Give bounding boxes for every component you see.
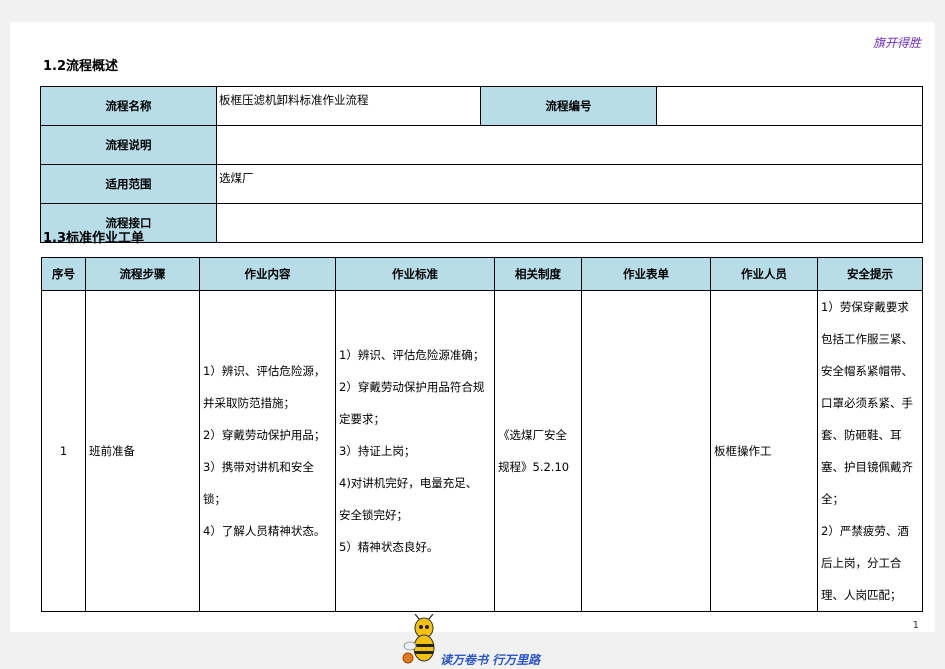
column-header: 作业人员 bbox=[710, 257, 818, 291]
policy-line: 《选煤厂安全 bbox=[498, 428, 567, 442]
value-cell: 板框压滤机卸料标准作业流程 bbox=[216, 86, 481, 126]
column-header: 作业内容 bbox=[199, 257, 336, 291]
table-row: 流程接口 bbox=[40, 203, 923, 243]
standard-line: 2）穿戴劳动保护用品符合规 bbox=[339, 380, 485, 394]
document-page: 旗开得胜 1.2流程概述 流程名称 板框压滤机卸料标准作业流程 流程编号 流程说… bbox=[10, 22, 935, 632]
safety-line: 理、人岗匹配； bbox=[821, 588, 902, 602]
value-cell bbox=[656, 86, 923, 126]
label-cell: 流程名称 bbox=[40, 86, 217, 126]
safety-line: 安全帽系紧帽带、 bbox=[821, 364, 913, 378]
standard-cell: 1）辨识、评估危险源准确； 2）穿戴劳动保护用品符合规 定要求； 3）持证上岗；… bbox=[335, 290, 495, 612]
column-header: 作业标准 bbox=[335, 257, 495, 291]
column-header: 序号 bbox=[41, 257, 86, 291]
content-line: 3）携带对讲机和安全 bbox=[203, 460, 314, 474]
safety-line: 包括工作服三紧、 bbox=[821, 332, 913, 346]
worklist-table: 序号 流程步骤 作业内容 作业标准 相关制度 作业表单 作业人员 安全提示 1 … bbox=[41, 257, 923, 612]
content-line: 并采取防范措施； bbox=[203, 396, 295, 410]
page-number: 1 bbox=[912, 620, 919, 631]
overview-table: 流程名称 板框压滤机卸料标准作业流程 流程编号 流程说明 适用范围 选煤厂 流程… bbox=[40, 86, 923, 243]
bee-mascot-icon bbox=[402, 614, 435, 664]
standard-line: 3）持证上岗； bbox=[339, 444, 416, 458]
policy-line: 规程》5.2.10 bbox=[498, 460, 570, 474]
content-line: 锁； bbox=[203, 492, 226, 506]
column-header: 作业表单 bbox=[581, 257, 711, 291]
table-row: 适用范围 选煤厂 bbox=[40, 164, 923, 204]
safety-line: 后上岗，分工合 bbox=[821, 556, 902, 570]
safety-line: 2）严禁疲劳、酒 bbox=[821, 524, 909, 538]
content-line: 1）辨识、评估危险源， bbox=[203, 364, 326, 378]
content-line: 2）穿戴劳动保护用品； bbox=[203, 428, 326, 442]
section-title-worklist: 1.3标准作业工单 bbox=[43, 231, 145, 246]
brand-slogan: 旗开得胜 bbox=[872, 36, 921, 50]
label-cell: 流程编号 bbox=[480, 86, 657, 126]
value-cell bbox=[216, 125, 923, 165]
table-row: 流程名称 板框压滤机卸料标准作业流程 流程编号 bbox=[40, 86, 923, 126]
value-cell bbox=[216, 203, 923, 243]
footer-slogan: 读万卷书 行万里路 bbox=[440, 653, 541, 667]
content-cell: 1）辨识、评估危险源， 并采取防范措施； 2）穿戴劳动保护用品； 3）携带对讲机… bbox=[199, 290, 336, 612]
row-number-cell: 1 bbox=[41, 290, 86, 612]
standard-line: 定要求； bbox=[339, 412, 385, 426]
personnel-cell: 板框操作工 bbox=[710, 290, 818, 612]
form-cell bbox=[581, 290, 711, 612]
label-cell: 流程说明 bbox=[40, 125, 217, 165]
standard-line: 4)对讲机完好，电量充足、 bbox=[339, 476, 478, 490]
standard-line: 5）精神状态良好。 bbox=[339, 540, 439, 554]
standard-line: 1）辨识、评估危险源准确； bbox=[339, 348, 485, 362]
section-title-overview: 1.2流程概述 bbox=[43, 59, 119, 74]
value-cell: 选煤厂 bbox=[216, 164, 923, 204]
safety-line: 全； bbox=[821, 492, 844, 506]
label-cell: 适用范围 bbox=[40, 164, 217, 204]
standard-line: 安全锁完好； bbox=[339, 508, 408, 522]
column-header: 相关制度 bbox=[494, 257, 582, 291]
safety-line: 1）劳保穿戴要求 bbox=[821, 300, 909, 314]
safety-line: 塞、护目镜佩戴齐 bbox=[821, 460, 913, 474]
table-row: 1 班前准备 1）辨识、评估危险源， 并采取防范措施； 2）穿戴劳动保护用品； … bbox=[41, 290, 923, 612]
safety-line: 套、防砸鞋、耳 bbox=[821, 428, 902, 442]
policy-cell: 《选煤厂安全 规程》5.2.10 bbox=[494, 290, 582, 612]
step-cell: 班前准备 bbox=[85, 290, 200, 612]
safety-cell: 1）劳保穿戴要求 包括工作服三紧、 安全帽系紧帽带、 口罩必须系紧、手 套、防砸… bbox=[817, 290, 923, 612]
safety-line: 口罩必须系紧、手 bbox=[821, 396, 913, 410]
table-row: 流程说明 bbox=[40, 125, 923, 165]
table-header-row: 序号 流程步骤 作业内容 作业标准 相关制度 作业表单 作业人员 安全提示 bbox=[41, 257, 923, 291]
column-header: 流程步骤 bbox=[85, 257, 200, 291]
content-line: 4）了解人员精神状态。 bbox=[203, 524, 326, 538]
column-header: 安全提示 bbox=[817, 257, 923, 291]
